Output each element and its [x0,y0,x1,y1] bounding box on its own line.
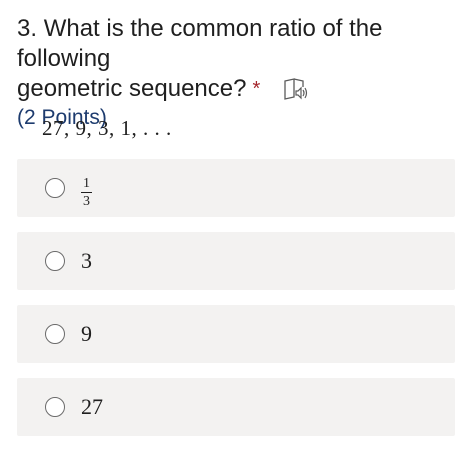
option-27[interactable]: 27 [17,378,455,436]
radio-button-icon[interactable] [45,324,65,344]
question-block: 3. What is the common ratio of the follo… [17,14,457,132]
immersive-reader-icon[interactable] [282,75,310,103]
option-label: 3 [81,248,92,273]
radio-button-icon[interactable] [45,251,65,271]
question-text-line1: What is the common ratio of the followin… [17,15,383,72]
fraction-bar [81,192,92,193]
fraction-denominator: 3 [83,194,90,209]
question-title-line2: geometric sequence? * [17,74,457,104]
sequence-text: 27, 9, 3, 1, . . . [42,116,172,140]
fraction: 1 3 [81,176,92,209]
option-one-third[interactable]: 1 3 [17,159,455,217]
required-marker: * [252,78,261,100]
radio-button-icon[interactable] [45,397,65,417]
question-number: 3. [17,15,38,42]
fraction-numerator: 1 [83,176,90,191]
option-3[interactable]: 3 [17,232,455,290]
answer-options: 1 3 3 9 27 [17,159,455,451]
radio-button-icon[interactable] [45,178,65,198]
option-label: 1 3 [81,167,92,209]
question-title: 3. What is the common ratio of the follo… [17,14,457,74]
question-text-line2: geometric sequence? [17,75,247,102]
option-label: 9 [81,321,92,346]
option-label: 27 [81,394,103,419]
option-9[interactable]: 9 [17,305,455,363]
